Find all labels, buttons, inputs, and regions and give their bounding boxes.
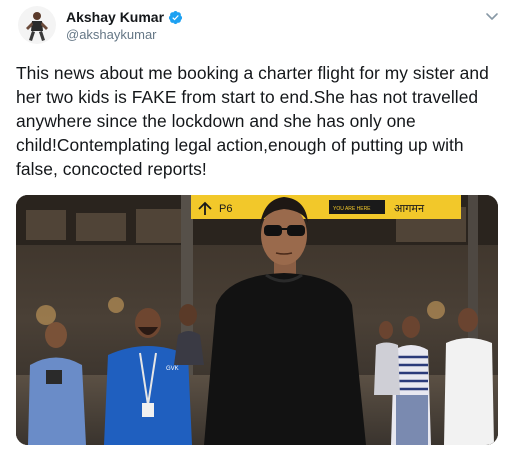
sign-gate-label: P6: [219, 203, 232, 215]
handle[interactable]: @akshaykumar: [66, 27, 157, 42]
tweet-card: Akshay Kumar @akshaykumar This news abou…: [0, 0, 514, 450]
chevron-down-icon[interactable]: [484, 8, 500, 24]
display-name[interactable]: Akshay Kumar: [66, 9, 164, 25]
vest-label: GVK: [166, 366, 179, 372]
avatar-photo: [18, 6, 56, 44]
tweet-photo[interactable]: P6 YOU ARE HERE आगमन GVK: [16, 195, 498, 445]
verified-badge-icon: [168, 10, 183, 25]
sign-hindi-label: आगमन: [394, 202, 425, 215]
author-name-row[interactable]: Akshay Kumar: [66, 9, 183, 25]
avatar[interactable]: [18, 6, 56, 44]
tweet-text: This news about me booking a charter fli…: [16, 63, 489, 179]
sign-small-label: YOU ARE HERE: [333, 206, 371, 212]
